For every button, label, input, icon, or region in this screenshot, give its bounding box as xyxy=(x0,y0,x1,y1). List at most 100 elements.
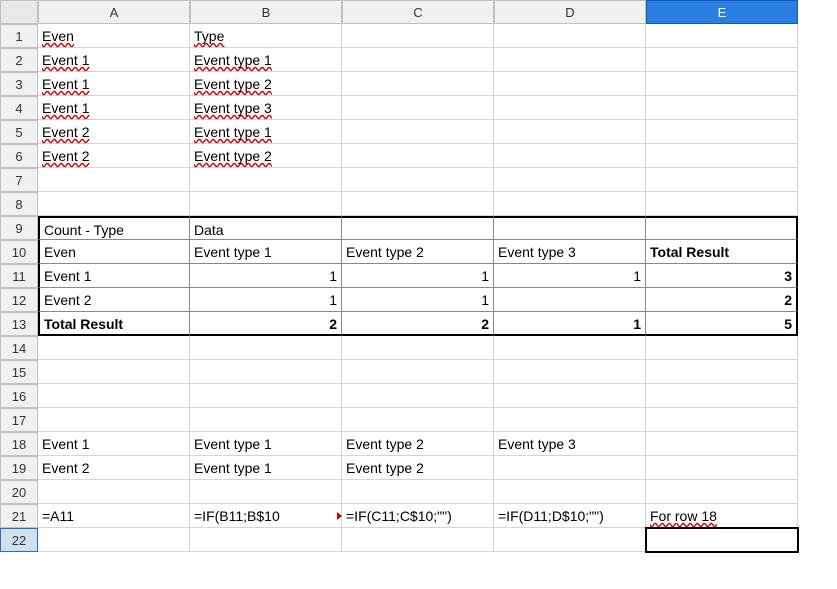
cell-D17[interactable] xyxy=(494,408,646,432)
cell-C18[interactable]: Event type 2 xyxy=(342,432,494,456)
cell-A17[interactable] xyxy=(38,408,190,432)
cell-E7[interactable] xyxy=(646,168,798,192)
cell-C21[interactable]: =IF(C11;C$10;"") xyxy=(342,504,494,528)
cell-C16[interactable] xyxy=(342,384,494,408)
row-header-17[interactable]: 17 xyxy=(0,408,38,432)
cell-E3[interactable] xyxy=(646,72,798,96)
cell-C3[interactable] xyxy=(342,72,494,96)
cell-A9[interactable]: Count - Type xyxy=(38,216,190,240)
row-header-7[interactable]: 7 xyxy=(0,168,38,192)
row-header-14[interactable]: 14 xyxy=(0,336,38,360)
row-header-12[interactable]: 12 xyxy=(0,288,38,312)
cell-C11[interactable]: 1 xyxy=(342,264,494,288)
cell-B19[interactable]: Event type 1 xyxy=(190,456,342,480)
row-header-19[interactable]: 19 xyxy=(0,456,38,480)
cell-E4[interactable] xyxy=(646,96,798,120)
cell-A11[interactable]: Event 1 xyxy=(38,264,190,288)
col-header-A[interactable]: A xyxy=(38,0,190,24)
cell-D1[interactable] xyxy=(494,24,646,48)
cell-C19[interactable]: Event type 2 xyxy=(342,456,494,480)
cell-B22[interactable] xyxy=(190,528,342,552)
cell-B13[interactable]: 2 xyxy=(190,312,342,336)
cell-A7[interactable] xyxy=(38,168,190,192)
cell-A21[interactable]: =A11 xyxy=(38,504,190,528)
cell-B4[interactable]: Event type 3 xyxy=(190,96,342,120)
cell-B7[interactable] xyxy=(190,168,342,192)
row-header-3[interactable]: 3 xyxy=(0,72,38,96)
cell-B5[interactable]: Event type 1 xyxy=(190,120,342,144)
cell-A1[interactable]: Even xyxy=(38,24,190,48)
row-header-6[interactable]: 6 xyxy=(0,144,38,168)
cell-E8[interactable] xyxy=(646,192,798,216)
cell-B1[interactable]: Type xyxy=(190,24,342,48)
cell-B2[interactable]: Event type 1 xyxy=(190,48,342,72)
cell-B10[interactable]: Event type 1 xyxy=(190,240,342,264)
cell-D11[interactable]: 1 xyxy=(494,264,646,288)
row-header-4[interactable]: 4 xyxy=(0,96,38,120)
row-header-22[interactable]: 22 xyxy=(0,528,38,552)
cell-D10[interactable]: Event type 3 xyxy=(494,240,646,264)
cell-E21[interactable]: For row 18 xyxy=(646,504,798,528)
cell-C13[interactable]: 2 xyxy=(342,312,494,336)
cell-D9[interactable] xyxy=(494,216,646,240)
cell-E2[interactable] xyxy=(646,48,798,72)
cell-E11[interactable]: 3 xyxy=(646,264,798,288)
cell-B9[interactable]: Data xyxy=(190,216,342,240)
cell-C2[interactable] xyxy=(342,48,494,72)
spreadsheet-grid[interactable]: ABCDE1EvenType2Event 1Event type 13Event… xyxy=(0,0,837,552)
row-header-8[interactable]: 8 xyxy=(0,192,38,216)
cell-A6[interactable]: Event 2 xyxy=(38,144,190,168)
corner-select-all[interactable] xyxy=(0,0,38,24)
cell-D20[interactable] xyxy=(494,480,646,504)
cell-C6[interactable] xyxy=(342,144,494,168)
cell-E1[interactable] xyxy=(646,24,798,48)
cell-C9[interactable] xyxy=(342,216,494,240)
row-header-1[interactable]: 1 xyxy=(0,24,38,48)
cell-C15[interactable] xyxy=(342,360,494,384)
cell-A10[interactable]: Even xyxy=(38,240,190,264)
col-header-B[interactable]: B xyxy=(190,0,342,24)
cell-A5[interactable]: Event 2 xyxy=(38,120,190,144)
cell-B18[interactable]: Event type 1 xyxy=(190,432,342,456)
row-header-15[interactable]: 15 xyxy=(0,360,38,384)
cell-E15[interactable] xyxy=(646,360,798,384)
cell-D12[interactable] xyxy=(494,288,646,312)
row-header-9[interactable]: 9 xyxy=(0,216,38,240)
row-header-16[interactable]: 16 xyxy=(0,384,38,408)
cell-A19[interactable]: Event 2 xyxy=(38,456,190,480)
cell-A16[interactable] xyxy=(38,384,190,408)
cell-D18[interactable]: Event type 3 xyxy=(494,432,646,456)
cell-E14[interactable] xyxy=(646,336,798,360)
cell-C8[interactable] xyxy=(342,192,494,216)
cell-D16[interactable] xyxy=(494,384,646,408)
cell-C17[interactable] xyxy=(342,408,494,432)
cell-D3[interactable] xyxy=(494,72,646,96)
cell-B15[interactable] xyxy=(190,360,342,384)
row-header-13[interactable]: 13 xyxy=(0,312,38,336)
cell-D13[interactable]: 1 xyxy=(494,312,646,336)
cell-D5[interactable] xyxy=(494,120,646,144)
cell-C7[interactable] xyxy=(342,168,494,192)
cell-B17[interactable] xyxy=(190,408,342,432)
cell-B21[interactable]: =IF(B11;B$10 xyxy=(190,504,342,528)
cell-B3[interactable]: Event type 2 xyxy=(190,72,342,96)
col-header-D[interactable]: D xyxy=(494,0,646,24)
cell-D21[interactable]: =IF(D11;D$10;"") xyxy=(494,504,646,528)
cell-A20[interactable] xyxy=(38,480,190,504)
row-header-21[interactable]: 21 xyxy=(0,504,38,528)
cell-E10[interactable]: Total Result xyxy=(646,240,798,264)
cell-E16[interactable] xyxy=(646,384,798,408)
row-header-11[interactable]: 11 xyxy=(0,264,38,288)
cell-D4[interactable] xyxy=(494,96,646,120)
cell-C22[interactable] xyxy=(342,528,494,552)
cell-E18[interactable] xyxy=(646,432,798,456)
cell-D22[interactable] xyxy=(494,528,646,552)
cell-A8[interactable] xyxy=(38,192,190,216)
cell-E17[interactable] xyxy=(646,408,798,432)
cell-C1[interactable] xyxy=(342,24,494,48)
cell-D8[interactable] xyxy=(494,192,646,216)
cell-D6[interactable] xyxy=(494,144,646,168)
cell-A15[interactable] xyxy=(38,360,190,384)
cell-C12[interactable]: 1 xyxy=(342,288,494,312)
row-header-10[interactable]: 10 xyxy=(0,240,38,264)
